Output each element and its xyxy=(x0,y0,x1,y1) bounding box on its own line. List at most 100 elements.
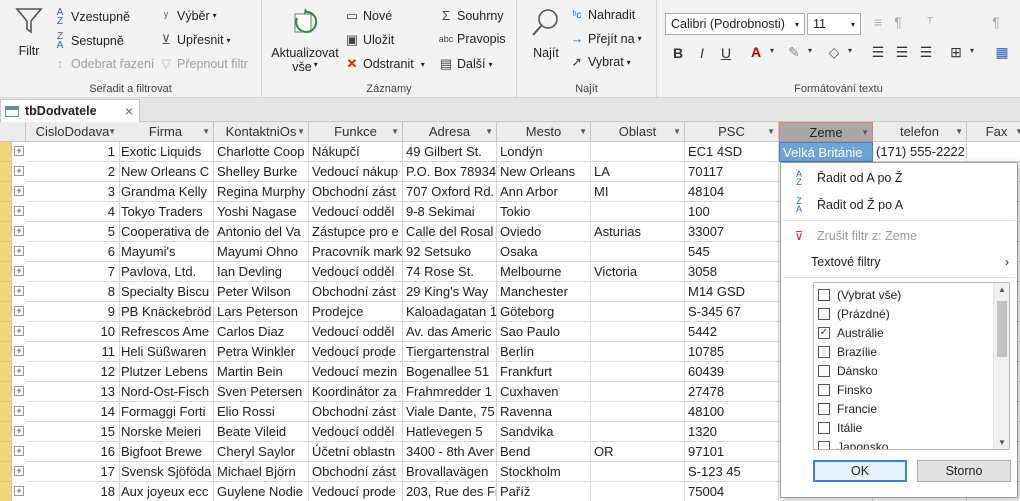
cell-cislododava[interactable]: 14 xyxy=(26,402,120,422)
cell-funkce[interactable]: Zástupce pro e xyxy=(309,222,403,242)
checkbox-icon[interactable] xyxy=(818,364,830,377)
cell-oblast[interactable]: Asturias xyxy=(591,222,685,242)
cell-adresa[interactable]: Frahmredder 1 xyxy=(403,382,497,402)
filter-value-item[interactable]: ✓ Austrálie xyxy=(818,323,884,342)
cell-adresa[interactable]: Brovallavägen xyxy=(403,462,497,482)
cell-mesto[interactable]: Paříž xyxy=(497,482,591,501)
cell-adresa[interactable]: Bogenallee 51 xyxy=(403,362,497,382)
cell-psc[interactable]: 33007 xyxy=(685,222,779,242)
filter-value-item[interactable]: Itálie xyxy=(818,418,862,437)
cell-cislododava[interactable]: 17 xyxy=(26,462,120,482)
cell-mesto[interactable]: Cuxhaven xyxy=(497,382,591,402)
cell-oblast[interactable] xyxy=(591,302,685,322)
cell-mesto[interactable]: Göteborg xyxy=(497,302,591,322)
expand-subdatasheet-icon[interactable]: + xyxy=(14,386,24,396)
record-selector[interactable] xyxy=(0,182,12,202)
column-header-cislododava[interactable]: CisloDodava ▼ xyxy=(26,122,120,142)
cell-adresa[interactable]: Viale Dante, 75 xyxy=(403,402,497,422)
cell-psc[interactable]: 5442 xyxy=(685,322,779,342)
cell-firma[interactable]: Formaggi Forti xyxy=(118,402,214,422)
cell-cislododava[interactable]: 7 xyxy=(26,262,120,282)
cell-adresa[interactable]: Av. das Americ xyxy=(403,322,497,342)
cell-kontaktnios[interactable]: Lars Peterson xyxy=(214,302,309,322)
cell-cislododava[interactable]: 15 xyxy=(26,422,120,442)
cell-adresa[interactable]: Tiergartenstral xyxy=(403,342,497,362)
filter-value-list[interactable]: (Vybrat vše) (Prázdné) ✓ Austrálie Brazílie D… xyxy=(813,282,1010,450)
align-right-icon[interactable]: ☰ xyxy=(917,44,935,61)
cell-funkce[interactable]: Vedoucí odděl xyxy=(309,262,403,282)
cell-firma[interactable]: Grandma Kelly xyxy=(118,182,214,202)
find-button[interactable]: Najít xyxy=(523,6,569,60)
cell-kontaktnios[interactable]: Michael Björn xyxy=(214,462,309,482)
column-header-oblast[interactable]: Oblast ▼ xyxy=(591,122,685,142)
expand-subdatasheet-icon[interactable]: + xyxy=(14,206,24,216)
font-name-select[interactable]: Calibri (Podrobnosti) ▾ xyxy=(665,13,805,35)
cell-psc[interactable]: 100 xyxy=(685,202,779,222)
cell-firma[interactable]: New Orleans C xyxy=(118,162,214,182)
document-tab[interactable]: tbDodvatele × xyxy=(0,99,140,122)
cell-kontaktnios[interactable]: Ian Devling xyxy=(214,262,309,282)
cell-psc[interactable]: 545 xyxy=(685,242,779,262)
cell-firma[interactable]: Bigfoot Brewe xyxy=(118,442,214,462)
cell-funkce[interactable]: Obchodní zást xyxy=(309,182,403,202)
cell-cislododava[interactable]: 2 xyxy=(26,162,120,182)
cell-firma[interactable]: Svensk Sjöföda xyxy=(118,462,214,482)
more-button[interactable]: ▤ Další ▾ xyxy=(438,56,493,72)
cell-cislododava[interactable]: 9 xyxy=(26,302,120,322)
cell-psc[interactable]: 3058 xyxy=(685,262,779,282)
cell-funkce[interactable]: Vedoucí odděl xyxy=(309,322,403,342)
cell-firma[interactable]: Exotic Liquids xyxy=(118,142,214,162)
column-header-adresa[interactable]: Adresa ▼ xyxy=(403,122,497,142)
cell-oblast[interactable] xyxy=(591,342,685,362)
cell-mesto[interactable]: Ravenna xyxy=(497,402,591,422)
cell-psc[interactable]: 97101 xyxy=(685,442,779,462)
cell-kontaktnios[interactable]: Yoshi Nagase xyxy=(214,202,309,222)
expand-subdatasheet-icon[interactable]: + xyxy=(14,486,24,496)
cell-mesto[interactable]: Tokio xyxy=(497,202,591,222)
record-selector[interactable] xyxy=(0,262,12,282)
expand-subdatasheet-icon[interactable]: + xyxy=(14,446,24,456)
expand-subdatasheet-icon[interactable]: + xyxy=(14,346,24,356)
cell-psc[interactable]: M14 GSD xyxy=(685,282,779,302)
cell-cislododava[interactable]: 18 xyxy=(26,482,120,501)
table-row[interactable]: +1 Exotic Liquids Charlotte Coop Nákupčí 49 … xyxy=(0,142,1020,162)
cell-firma[interactable]: Plutzer Lebens xyxy=(118,362,214,382)
record-selector[interactable] xyxy=(0,382,12,402)
cell-firma[interactable]: Mayumi's xyxy=(118,242,214,262)
cell-kontaktnios[interactable]: Regina Murphy xyxy=(214,182,309,202)
select-all-corner[interactable] xyxy=(0,122,26,142)
filter-button[interactable]: Filtr xyxy=(8,6,50,58)
goto-button[interactable]: → Přejít na ▾ xyxy=(569,31,642,46)
scroll-down-icon[interactable]: ▼ xyxy=(994,438,1009,447)
filter-value-item[interactable]: Brazílie xyxy=(818,342,877,361)
column-header-fax[interactable]: Fax▼ xyxy=(967,122,1020,142)
cell-cislododava[interactable]: 5 xyxy=(26,222,120,242)
checkbox-icon[interactable] xyxy=(818,402,830,415)
expand-subdatasheet-icon[interactable]: + xyxy=(14,246,24,256)
cell-adresa[interactable]: P.O. Box 78934 xyxy=(403,162,497,182)
ok-button[interactable]: OK xyxy=(813,460,907,482)
filter-value-item[interactable]: (Vybrat vše) xyxy=(818,285,901,304)
cell-funkce[interactable]: Obchodní zást xyxy=(309,462,403,482)
sort-ascending-button[interactable]: AZ Vzestupně xyxy=(52,8,130,27)
scroll-up-icon[interactable]: ▲ xyxy=(994,285,1009,294)
delete-record-button[interactable]: ✕ Odstranit ▾ xyxy=(344,56,425,72)
record-selector[interactable] xyxy=(0,302,12,322)
remove-sort-button[interactable]: ↕ Odebrat řazení xyxy=(52,56,155,71)
cell-adresa[interactable]: 29 King's Way xyxy=(403,282,497,302)
column-header-zeme[interactable]: Zeme ▼ xyxy=(779,122,873,142)
cell-psc[interactable]: S-345 67 xyxy=(685,302,779,322)
column-filter-arrow-icon[interactable]: ▼ xyxy=(391,122,399,141)
cell-funkce[interactable]: Vedoucí odděl xyxy=(309,202,403,222)
cell-cislododava[interactable]: 13 xyxy=(26,382,120,402)
record-selector[interactable] xyxy=(0,362,12,382)
cell-kontaktnios[interactable]: Cheryl Saylor xyxy=(214,442,309,462)
align-left-icon[interactable]: ☰ xyxy=(869,44,887,61)
cell-psc[interactable]: 27478 xyxy=(685,382,779,402)
cell-mesto[interactable]: Melbourne xyxy=(497,262,591,282)
cell-mesto[interactable]: Ann Arbor xyxy=(497,182,591,202)
cell-oblast[interactable] xyxy=(591,362,685,382)
cell-cislododava[interactable]: 10 xyxy=(26,322,120,342)
scroll-thumb[interactable] xyxy=(997,301,1007,357)
column-filter-arrow-icon[interactable]: ▼ xyxy=(767,122,775,141)
